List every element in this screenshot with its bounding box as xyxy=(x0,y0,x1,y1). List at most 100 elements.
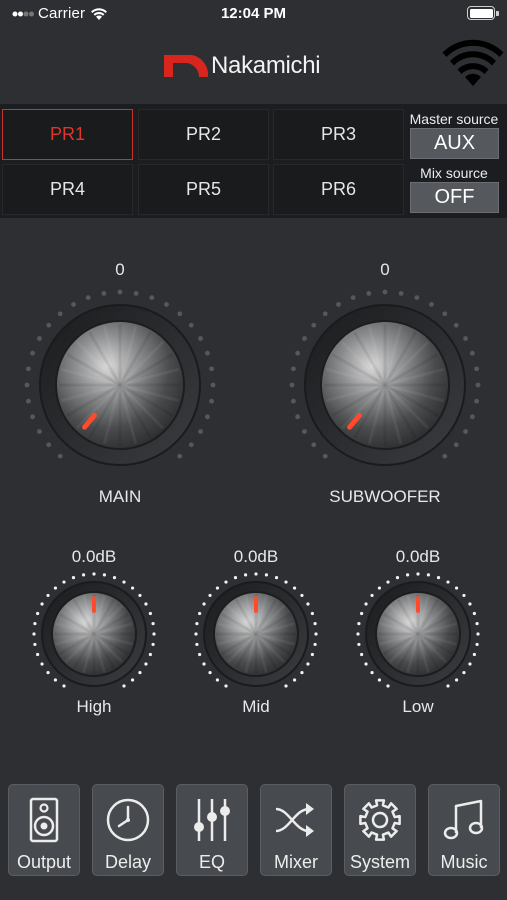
knob-scale-dot xyxy=(233,576,238,580)
knob-scale-dot xyxy=(302,336,307,341)
mid-tone-knob[interactable] xyxy=(191,572,321,691)
knob-scale-dot xyxy=(463,429,468,434)
knob-scale-dot xyxy=(210,382,216,388)
knob-scale-dot xyxy=(224,580,228,584)
knob-scale-dot xyxy=(314,632,318,636)
knob-scale-dot xyxy=(215,586,220,590)
knob-scale-dot xyxy=(46,670,50,675)
knob-scale-dot xyxy=(198,652,202,657)
preset-button-6[interactable]: PR6 xyxy=(273,164,404,215)
tab-delay[interactable]: Delay xyxy=(92,784,164,876)
knob-scale-dot xyxy=(472,611,476,616)
knob-scale-dot xyxy=(357,642,361,647)
knob-scale-dot xyxy=(474,366,479,372)
knob-scale-dot xyxy=(57,453,63,459)
knob-scale-dot xyxy=(295,350,301,356)
tab-mixer-label: Mixer xyxy=(274,852,318,872)
preset-label: PR6 xyxy=(320,179,356,199)
knob-scale-dot xyxy=(313,621,317,626)
knob-scale-dot xyxy=(475,621,479,626)
knob-scale-dot xyxy=(148,652,152,657)
master-source-button[interactable]: AUX xyxy=(410,128,499,159)
knob-scale-dot xyxy=(92,572,96,576)
master-source-value: AUX xyxy=(433,132,476,154)
high-tone-knob[interactable] xyxy=(29,572,159,691)
knob-scale-dot xyxy=(395,576,400,580)
tab-eq-label: EQ xyxy=(198,852,225,872)
subwoofer-volume-knob[interactable] xyxy=(285,289,485,470)
preset-button-1[interactable]: PR1 xyxy=(2,109,133,160)
knob-scale-dot xyxy=(138,593,142,598)
knob-scale-dot xyxy=(254,572,258,576)
knob-scale-dot xyxy=(475,382,481,388)
knob-scale-dot xyxy=(26,398,31,404)
knob-scale-dot xyxy=(360,611,364,616)
knob-scale-dot xyxy=(292,678,297,682)
knob-scale-dot xyxy=(37,336,42,341)
main-volume-knob[interactable] xyxy=(20,289,220,470)
preset-label: PR1 xyxy=(49,124,85,144)
knob-scale-dot xyxy=(292,586,297,590)
knob-scale-dot xyxy=(364,602,368,606)
mid-gain-value: 0.0dB xyxy=(233,547,279,566)
brand-logo: Nakamichi xyxy=(163,52,321,80)
knob-scale-dot xyxy=(198,429,203,434)
brand-name: Nakamichi xyxy=(211,52,321,79)
preset-button-5[interactable]: PR5 xyxy=(138,164,269,215)
preset-button-4[interactable]: PR4 xyxy=(2,164,133,215)
knob-scale-dot xyxy=(46,442,52,448)
knob-scale-dot xyxy=(122,580,126,584)
knob-scale-dot xyxy=(291,398,296,404)
knob-scale-dot xyxy=(194,632,198,636)
knob-scale-dot xyxy=(151,621,155,626)
preset-button-2[interactable]: PR2 xyxy=(138,109,269,160)
knob-scale-dot xyxy=(148,611,152,616)
knob-scale-dot xyxy=(33,621,37,626)
knob-scale-dot xyxy=(336,302,341,307)
knob-scale-dot xyxy=(81,573,86,577)
knob-scale-dot xyxy=(300,593,304,598)
knob-scale-dot xyxy=(313,642,317,647)
knob-scale-dot xyxy=(177,311,183,317)
mix-source-button[interactable]: OFF xyxy=(410,182,499,213)
shuffle-icon xyxy=(275,803,314,837)
tab-music-label: Music xyxy=(440,852,488,872)
knob-scale-dot xyxy=(164,302,169,307)
preset-button-3[interactable]: PR3 xyxy=(273,109,404,160)
subwoofer-volume-label: SUBWOOFER xyxy=(329,487,441,506)
knob-scale-dot xyxy=(322,311,328,317)
knob-scale-dot xyxy=(426,573,431,577)
knob-scale-dot xyxy=(144,662,148,666)
low-tone-knob[interactable] xyxy=(353,572,483,691)
knob-scale-dot xyxy=(71,576,76,580)
knob-scale-dot xyxy=(274,576,279,580)
knob-scale-dot xyxy=(436,576,441,580)
knob-scale-dot xyxy=(130,678,135,682)
knob-scale-dot xyxy=(46,593,50,598)
mix-source-label: Mix source xyxy=(420,165,488,181)
mid-tone-label: Mid xyxy=(242,697,270,716)
knob-scale-dot xyxy=(476,632,480,636)
knob-scale-dot xyxy=(53,678,58,682)
tab-mixer[interactable]: Mixer xyxy=(260,784,332,876)
knob-scale-dot xyxy=(209,366,214,372)
knob-scale-dot xyxy=(469,414,475,420)
tab-music[interactable]: Music xyxy=(428,784,500,876)
knob-scale-dot xyxy=(306,662,310,666)
gear-outline xyxy=(359,799,401,841)
knob-scale-dot xyxy=(144,602,148,606)
knob-scale-dot xyxy=(446,684,450,688)
tab-output[interactable]: Output xyxy=(8,784,80,876)
header-bar: Nakamichi xyxy=(0,28,507,100)
knob-scale-dot xyxy=(462,593,466,598)
master-source-label: Master source xyxy=(409,111,499,127)
wifi-connection-icon[interactable] xyxy=(442,38,504,88)
tab-system[interactable]: System xyxy=(344,784,416,876)
knob-scale-dot xyxy=(264,573,269,577)
mix-source-value: OFF xyxy=(434,186,475,208)
high-tone-label: High xyxy=(76,697,112,716)
knob-scale-dot xyxy=(202,602,206,606)
knob-scale-dot xyxy=(310,652,314,657)
tab-eq[interactable]: EQ xyxy=(176,784,248,876)
music-note-icon xyxy=(443,799,484,840)
